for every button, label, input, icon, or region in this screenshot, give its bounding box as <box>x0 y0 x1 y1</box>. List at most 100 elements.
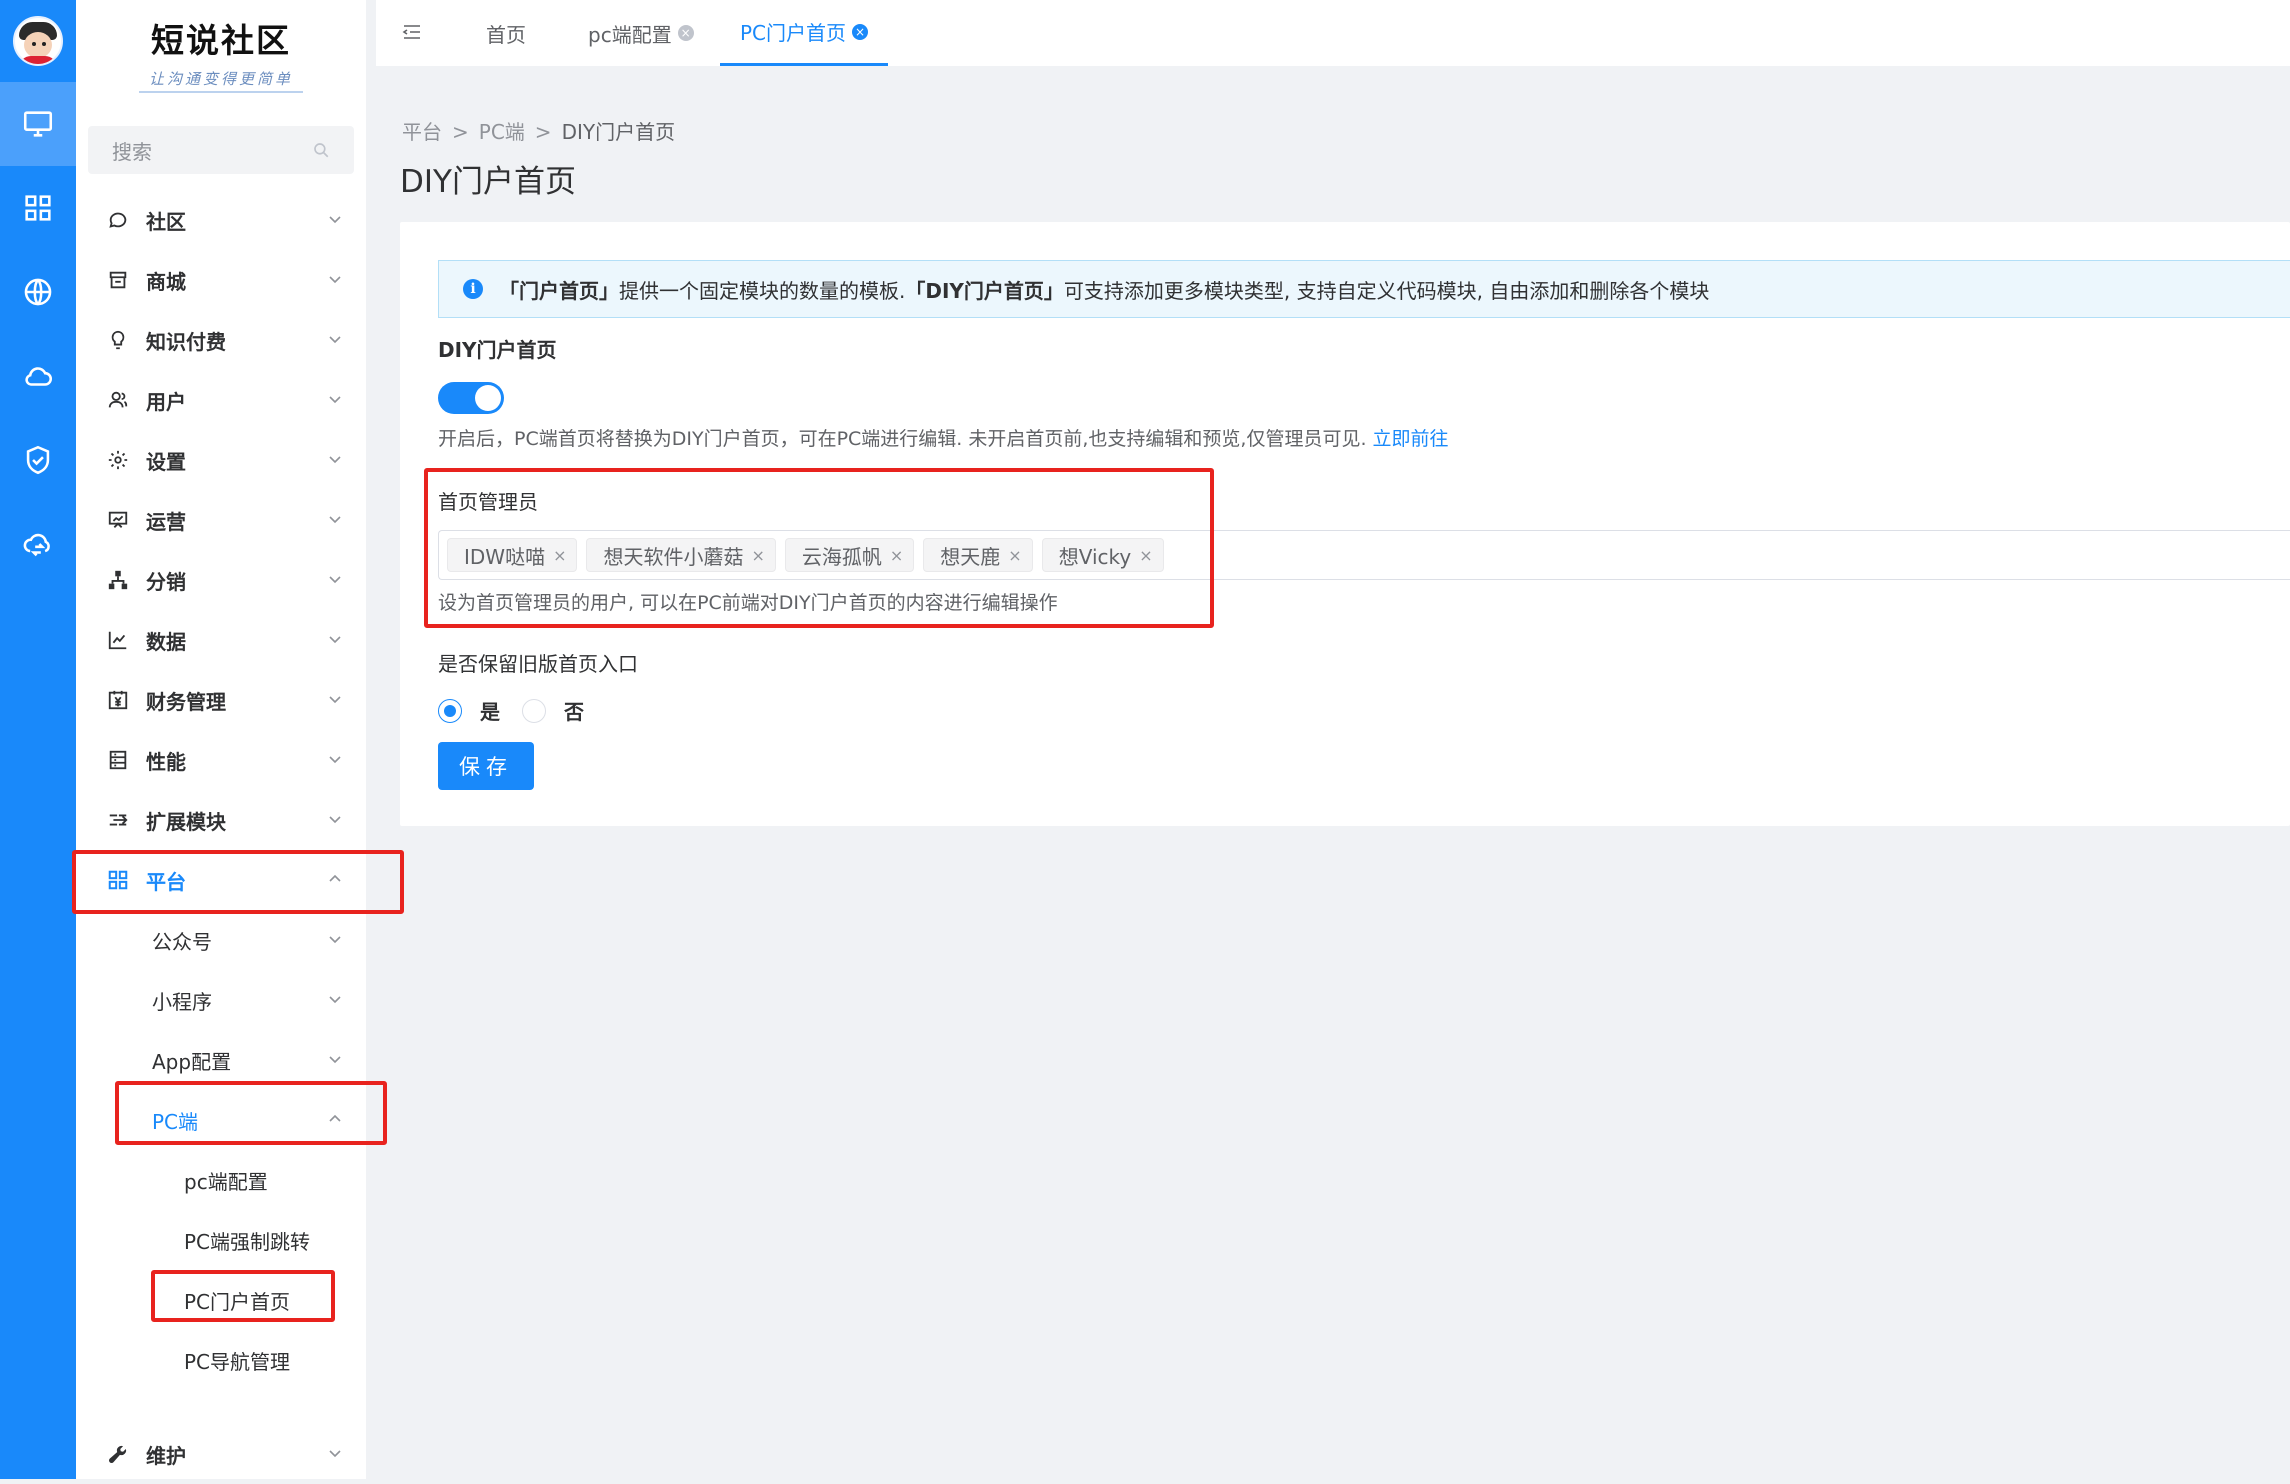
tab-home[interactable]: 首页 <box>486 0 526 66</box>
toggle-knob <box>475 385 501 411</box>
chevron-down-icon <box>329 336 341 344</box>
keep-old-label: 是否保留旧版首页入口 <box>438 652 638 676</box>
breadcrumb-item: DIY门户首页 <box>561 120 676 144</box>
tab-label: pc端配置 <box>588 22 672 47</box>
submenu-pc-config[interactable]: pc端配置 <box>76 1150 366 1210</box>
chevron-down-icon <box>329 636 341 644</box>
chevron-down-icon <box>329 816 341 824</box>
menu-item-label: 社区 <box>146 209 186 234</box>
menu-item-data[interactable]: 数据 <box>76 610 366 670</box>
menu-item-performance[interactable]: 性能 <box>76 730 366 790</box>
rail-globe[interactable] <box>0 250 76 334</box>
logo-slogan: 让沟通变得更简单 <box>138 68 303 93</box>
go-now-link[interactable]: 立即前往 <box>1373 428 1449 450</box>
diy-label: DIY门户首页 <box>438 338 557 362</box>
chevron-down-icon <box>329 1450 341 1458</box>
close-icon[interactable]: × <box>852 23 869 40</box>
submenu-label: pc端配置 <box>184 1169 268 1194</box>
tab-pc-config[interactable]: pc端配置 × <box>588 0 694 66</box>
submenu-pc-nav[interactable]: PC导航管理 <box>76 1330 366 1390</box>
submenu-label: 公众号 <box>152 929 212 954</box>
chevron-down-icon <box>329 936 341 944</box>
bulb-icon <box>111 330 125 350</box>
save-button[interactable]: 保存 <box>438 742 534 790</box>
grid-icon <box>25 195 51 221</box>
user-icon <box>108 391 128 408</box>
icon-rail <box>0 0 76 1479</box>
cloud-sync-icon <box>23 533 50 557</box>
page-title: DIY门户首页 <box>400 164 576 200</box>
search-icon <box>314 143 329 158</box>
menu-item-label: 知识付费 <box>146 329 226 354</box>
submenu-pc-redirect[interactable]: PC端强制跳转 <box>76 1210 366 1270</box>
rail-grid[interactable] <box>0 166 76 250</box>
menu-item-label: 数据 <box>146 629 186 654</box>
submenu-label: PC导航管理 <box>184 1349 291 1374</box>
menu-item-distribution[interactable]: 分销 <box>76 550 366 610</box>
logo: 短说社区 让沟通变得更简单 <box>76 0 366 98</box>
chevron-down-icon <box>329 576 341 584</box>
breadcrumb-item[interactable]: PC端 <box>479 120 525 144</box>
chevron-down-icon <box>329 216 341 224</box>
highlight-admins <box>424 468 1214 628</box>
presentation-icon <box>108 511 128 528</box>
breadcrumb: 平台 > PC端 > DIY门户首页 <box>402 120 676 144</box>
menu-item-extensions[interactable]: 扩展模块 <box>76 790 366 850</box>
diy-toggle[interactable] <box>438 382 504 414</box>
rail-cloud[interactable] <box>0 334 76 418</box>
store-icon <box>109 271 127 289</box>
menu-item-operations[interactable]: 运营 <box>76 490 366 550</box>
yuan-icon <box>108 690 128 710</box>
menu-item-knowledge[interactable]: 知识付费 <box>76 310 366 370</box>
chevron-down-icon <box>329 276 341 284</box>
menu-item-maintenance[interactable]: 维护 <box>76 1424 366 1484</box>
wrench-icon <box>108 1445 127 1464</box>
gear-icon <box>108 450 128 470</box>
rail-cloud-sync[interactable] <box>0 502 76 586</box>
search-input[interactable]: 搜索 <box>88 126 354 174</box>
side-menu: 短说社区 让沟通变得更简单 搜索 社区 商城 知识付费 用户 设置 运营 分销 … <box>76 0 366 1479</box>
monitor-icon <box>23 111 53 137</box>
shield-check-icon <box>26 445 50 475</box>
chevron-down-icon <box>329 396 341 404</box>
highlight-pc <box>115 1081 387 1145</box>
logo-name: 短说社区 <box>151 21 291 60</box>
avatar[interactable] <box>13 16 63 66</box>
chevron-down-icon <box>329 996 341 1004</box>
menu-item-label: 财务管理 <box>146 689 226 714</box>
info-icon: i <box>463 279 483 299</box>
chevron-down-icon <box>329 456 341 464</box>
menu-item-label: 设置 <box>146 449 186 474</box>
menu-item-label: 性能 <box>146 749 186 774</box>
menu-fold-icon[interactable] <box>402 22 422 42</box>
menu-item-users[interactable]: 用户 <box>76 370 366 430</box>
menu-item-label: 商城 <box>146 269 186 294</box>
menu-item-label: 运营 <box>146 509 186 534</box>
submenu-label: 小程序 <box>152 989 212 1014</box>
extend-icon <box>109 814 128 826</box>
close-icon[interactable]: × <box>677 25 694 41</box>
radio-yes[interactable]: 是 <box>438 696 500 725</box>
chevron-down-icon <box>329 1056 341 1064</box>
menu-item-community[interactable]: 社区 <box>76 190 366 250</box>
chevron-down-icon <box>329 516 341 524</box>
rail-shield[interactable] <box>0 418 76 502</box>
submenu-mini-program[interactable]: 小程序 <box>76 970 366 1030</box>
radio-no[interactable]: 否 <box>522 696 584 725</box>
globe-icon <box>24 278 52 306</box>
chevron-down-icon <box>329 756 341 764</box>
tab-pc-portal[interactable]: PC门户首页 × <box>720 0 889 66</box>
breadcrumb-item[interactable]: 平台 <box>402 120 442 144</box>
menu-item-label: 用户 <box>146 389 186 414</box>
search-placeholder: 搜索 <box>112 139 152 164</box>
menu-item-finance[interactable]: 财务管理 <box>76 670 366 730</box>
submenu-label: App配置 <box>152 1049 232 1074</box>
rail-monitor[interactable] <box>0 82 76 166</box>
radio-dot <box>438 698 462 723</box>
tab-label: 首页 <box>486 22 526 47</box>
server-icon <box>109 750 127 770</box>
menu-item-store[interactable]: 商城 <box>76 250 366 310</box>
highlight-pc-portal <box>151 1270 335 1322</box>
submenu-official-account[interactable]: 公众号 <box>76 910 366 970</box>
menu-item-settings[interactable]: 设置 <box>76 430 366 490</box>
